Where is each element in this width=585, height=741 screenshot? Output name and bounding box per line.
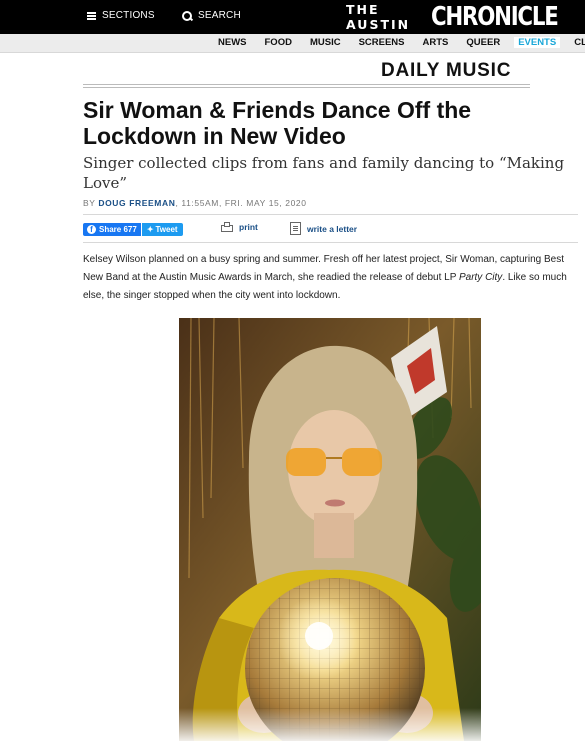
- twitter-icon: ✦: [146, 224, 154, 234]
- printer-icon: [221, 222, 233, 232]
- byline: BY DOUG FREEMAN, 11:55AM, FRI. MAY 15, 2…: [83, 198, 307, 208]
- nav-item-arts[interactable]: ARTS: [423, 37, 449, 48]
- divider: [83, 242, 578, 243]
- sections-menu-button[interactable]: SECTIONS: [87, 10, 155, 21]
- logo-the-austin: THE AUSTIN: [346, 2, 411, 32]
- section-nav: NEWS FOOD MUSIC SCREENS ARTS QUEER EVENTS CLASS: [0, 34, 585, 53]
- nav-item-music[interactable]: MUSIC: [310, 37, 341, 48]
- letter-icon: [290, 222, 301, 235]
- tweet-label: Tweet: [155, 224, 178, 234]
- print-label: print: [239, 222, 258, 232]
- divider: [83, 214, 578, 215]
- top-bar: SECTIONS SEARCH THE AUSTIN CHRONICLE: [0, 0, 585, 34]
- nav-item-screens[interactable]: SCREENS: [359, 37, 405, 48]
- nav-item-class[interactable]: CLASS: [574, 37, 585, 48]
- facebook-share-button[interactable]: f Share 677: [83, 222, 141, 236]
- nav-item-events[interactable]: EVENTS: [514, 37, 561, 48]
- site-logo[interactable]: THE AUSTIN CHRONICLE: [346, 2, 585, 32]
- sections-label: SECTIONS: [102, 10, 155, 21]
- divider: [83, 84, 530, 85]
- article-body-paragraph: Kelsey Wilson planned on a busy spring a…: [83, 251, 578, 305]
- article-photo[interactable]: [179, 318, 481, 741]
- nav-item-news[interactable]: NEWS: [218, 37, 247, 48]
- facebook-icon: f: [87, 224, 96, 234]
- album-title: Party City: [458, 272, 503, 283]
- divider: [83, 87, 530, 88]
- timestamp: , 11:55AM, FRI. MAY 15, 2020: [175, 198, 307, 208]
- search-button[interactable]: SEARCH: [182, 10, 241, 21]
- article-subheadline: Singer collected clips from fans and fam…: [83, 154, 565, 192]
- write-letter-button[interactable]: write a letter: [290, 222, 357, 235]
- byline-prefix: BY: [83, 198, 99, 208]
- article-headline: Sir Woman & Friends Dance Off the Lockdo…: [83, 97, 472, 149]
- facebook-share-label: Share 677: [99, 224, 137, 234]
- print-button[interactable]: print: [221, 222, 258, 232]
- logo-chronicle: CHRONICLE: [430, 2, 559, 32]
- search-label: SEARCH: [198, 10, 241, 21]
- tweet-button[interactable]: ✦ Tweet: [141, 222, 183, 236]
- hamburger-icon: [87, 11, 96, 20]
- author-link[interactable]: DOUG FREEMAN: [98, 198, 175, 208]
- write-letter-label: write a letter: [307, 223, 358, 234]
- share-buttons: f Share 677 ✦ Tweet: [83, 222, 183, 236]
- section-heading[interactable]: DAILY MUSIC: [381, 60, 511, 82]
- search-icon: [182, 10, 192, 21]
- nav-item-queer[interactable]: QUEER: [466, 37, 500, 48]
- nav-item-food[interactable]: FOOD: [265, 37, 292, 48]
